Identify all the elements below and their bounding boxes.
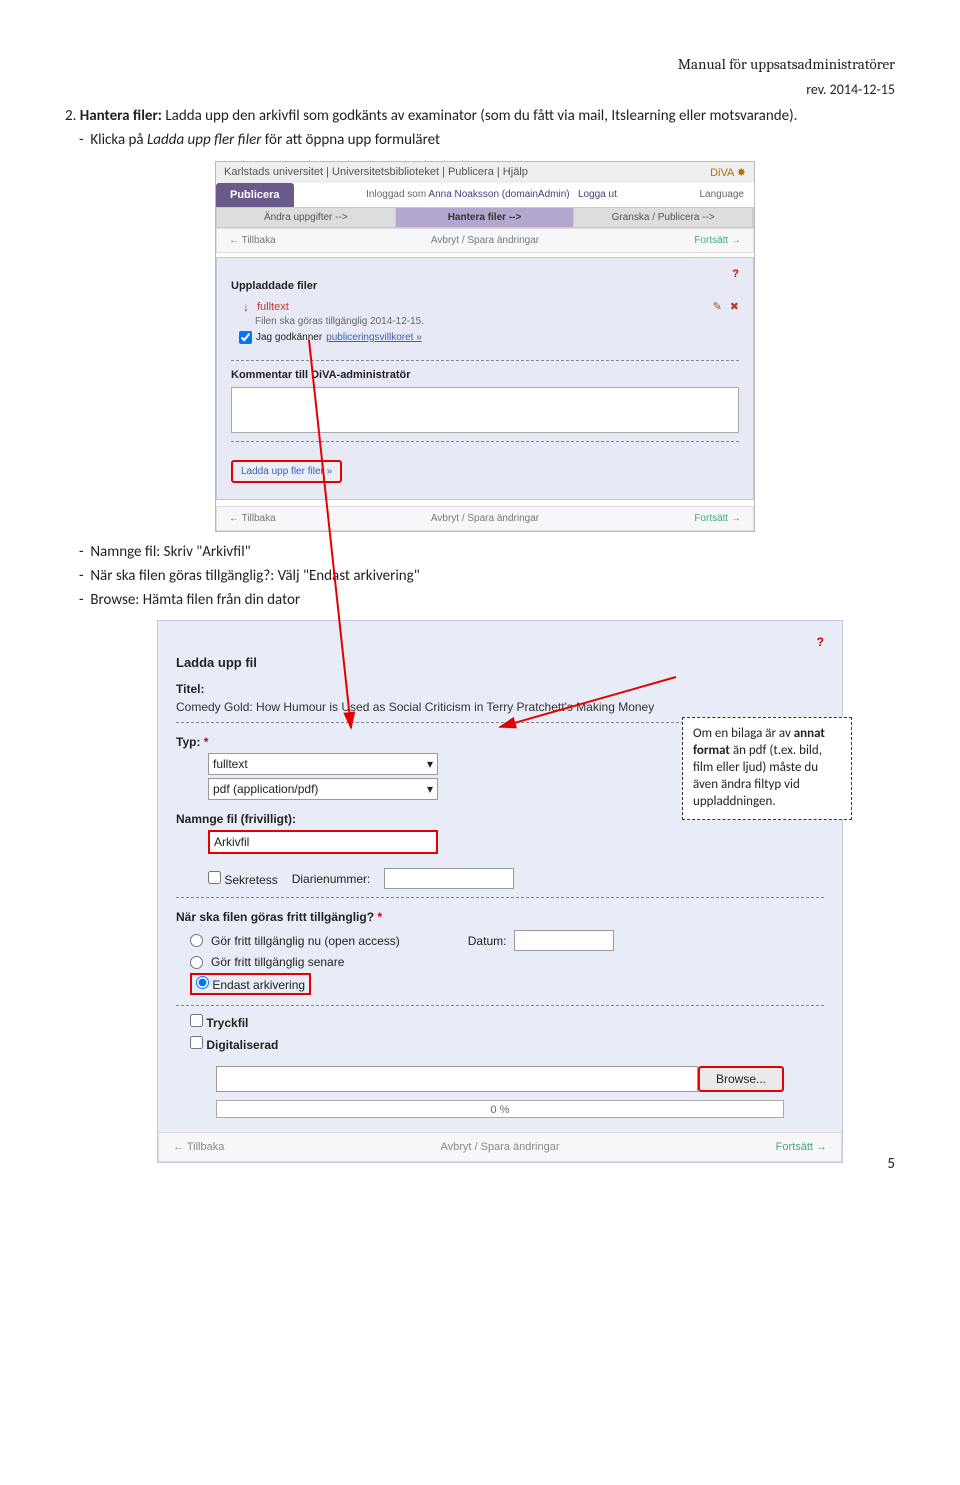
- tryckfil-checkbox[interactable]: Tryckfil: [190, 1014, 248, 1030]
- help-icon[interactable]: ?: [231, 268, 739, 280]
- radio-open-access-label: Gör fritt tillgänglig nu (open access): [211, 934, 400, 948]
- download-icon: ↓: [243, 300, 249, 314]
- nav-forward-2[interactable]: Fortsätt →: [694, 513, 741, 524]
- nav-cancel-save-3[interactable]: Avbryt / Spara ändringar: [440, 1141, 559, 1153]
- select-mimetype[interactable]: pdf (application/pdf)▾: [208, 778, 438, 800]
- label-availability: När ska filen göras fritt tillgänglig? *: [176, 910, 824, 924]
- sekretess-checkbox[interactable]: Sekretess: [208, 871, 278, 887]
- select-filetype[interactable]: fulltext▾: [208, 753, 438, 775]
- label-titel: Titel:: [176, 682, 824, 696]
- login-info: Inloggad som Anna Noaksson (domainAdmin)…: [294, 183, 690, 207]
- page-header-rev: rev. 2014-12-15: [65, 81, 895, 98]
- upload-file-heading: Ladda upp fil: [176, 655, 824, 670]
- callout-note: Om en bilaga är av annat format än pdf (…: [682, 717, 852, 819]
- label-diarienummer: Diarienummer:: [292, 872, 371, 886]
- edit-file-icon[interactable]: ✎: [713, 300, 722, 313]
- title-value: Comedy Gold: How Humour is Used as Socia…: [176, 700, 824, 714]
- file-path-input[interactable]: [216, 1066, 698, 1092]
- file-fulltext-link[interactable]: fulltext: [257, 301, 289, 313]
- terms-link[interactable]: publiceringsvillkoret »: [326, 332, 422, 343]
- page-number: 5: [887, 1155, 895, 1173]
- mid-bullet-2: - När ska filen göras tillgänglig?: Välj…: [93, 566, 895, 586]
- delete-file-icon[interactable]: ✖: [730, 300, 739, 313]
- help-icon-2[interactable]: ?: [176, 635, 824, 649]
- radio-open-access[interactable]: [190, 934, 203, 947]
- intro-paragraph: 2. Hantera filer: Ladda upp den arkivfil…: [65, 106, 895, 126]
- comment-textarea[interactable]: [231, 387, 739, 433]
- user-link[interactable]: Anna Noaksson (domainAdmin): [428, 189, 569, 200]
- screenshot-2: Om en bilaga är av annat format än pdf (…: [157, 620, 843, 1163]
- logout-link[interactable]: Logga ut: [578, 189, 617, 200]
- nav-back[interactable]: ← Tillbaka: [229, 235, 276, 246]
- diva-logo: DiVA ✸: [710, 166, 746, 179]
- top-link-bar: Karlstads universitet | Universitetsbibl…: [216, 162, 754, 183]
- top-links-left[interactable]: Karlstads universitet | Universitetsbibl…: [224, 166, 528, 179]
- radio-archive-only[interactable]: [196, 976, 209, 989]
- step-tab-2[interactable]: Hantera filer -->: [396, 208, 575, 227]
- intro-bullet-1: - Klicka på Ladda upp fler filer för att…: [93, 130, 895, 150]
- uploaded-files-heading: Uppladdade filer: [231, 280, 739, 292]
- page-header-title: Manual för uppsatsadministratörer: [65, 55, 895, 73]
- input-filename[interactable]: Arkivfil: [208, 830, 438, 854]
- nav-cancel-save-2[interactable]: Avbryt / Spara ändringar: [431, 513, 539, 524]
- step-tab-1[interactable]: Ändra uppgifter -->: [217, 208, 396, 227]
- browse-button[interactable]: Browse...: [698, 1066, 784, 1092]
- tab-publicera[interactable]: Publicera: [216, 183, 294, 207]
- nav-forward[interactable]: Fortsätt →: [694, 235, 741, 246]
- accept-terms-checkbox[interactable]: [239, 331, 252, 344]
- mid-bullet-1: - Namnge fil: Skriv "Arkivfil": [93, 542, 895, 562]
- radio-later[interactable]: [190, 956, 203, 969]
- nav-forward-3[interactable]: Fortsätt →: [776, 1141, 827, 1153]
- nav-back-3[interactable]: ← Tillbaka: [173, 1141, 224, 1153]
- digitaliserad-checkbox[interactable]: Digitaliserad: [190, 1036, 278, 1052]
- radio-archive-only-label: Endast arkivering: [212, 978, 305, 992]
- input-datum[interactable]: [514, 930, 614, 951]
- radio-later-label: Gör fritt tillgänglig senare: [211, 955, 344, 969]
- language-link[interactable]: Language: [690, 183, 755, 207]
- accept-terms-label: Jag godkänner: [256, 332, 322, 343]
- nav-cancel-save[interactable]: Avbryt / Spara ändringar: [431, 235, 539, 246]
- mid-bullet-3: - Browse: Hämta filen från din dator: [93, 590, 895, 610]
- upload-more-files-button[interactable]: Ladda upp fler filer »: [231, 460, 342, 483]
- nav-back-2[interactable]: ← Tillbaka: [229, 513, 276, 524]
- upload-progress: 0 %: [216, 1100, 784, 1118]
- input-diarienummer[interactable]: [384, 868, 514, 889]
- step-tab-3[interactable]: Granska / Publicera -->: [574, 208, 753, 227]
- uploaded-files-panel: ? Uppladdade filer ↓ fulltext ✎ ✖ Filen …: [216, 257, 754, 500]
- label-datum: Datum:: [468, 934, 507, 948]
- file-availability-note: Filen ska göras tillgänglig 2014-12-15.: [231, 316, 739, 327]
- screenshot-1: Karlstads universitet | Universitetsbibl…: [215, 161, 755, 532]
- comment-heading: Kommentar till DiVA-administratör: [231, 369, 739, 381]
